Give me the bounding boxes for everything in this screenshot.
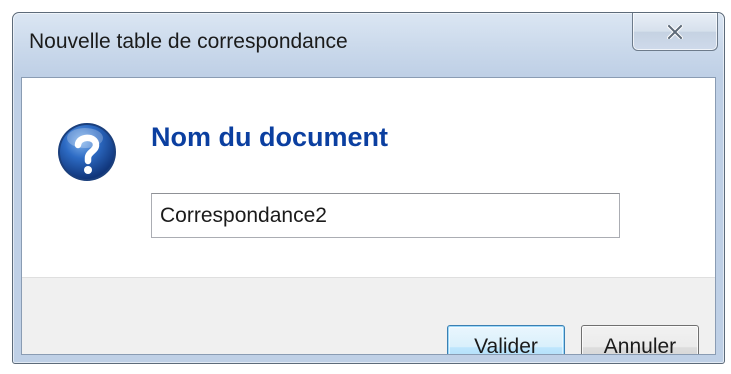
question-icon [55, 120, 119, 184]
button-footer: Valider Annuler [22, 277, 715, 354]
close-icon [667, 24, 683, 39]
document-name-input[interactable] [151, 193, 620, 238]
dialog-window: Nouvelle table de correspondance Nom du … [12, 12, 725, 364]
main-instruction: Nom du document [151, 122, 388, 152]
dialog-client-area: Nom du document Valider Annuler [21, 77, 716, 355]
validate-button[interactable]: Valider [447, 325, 565, 354]
title-bar[interactable]: Nouvelle table de correspondance [13, 13, 724, 77]
cancel-button[interactable]: Annuler [581, 325, 699, 354]
close-button[interactable] [632, 13, 718, 51]
window-title: Nouvelle table de correspondance [29, 30, 348, 53]
dialog-content: Nom du document [22, 78, 715, 277]
